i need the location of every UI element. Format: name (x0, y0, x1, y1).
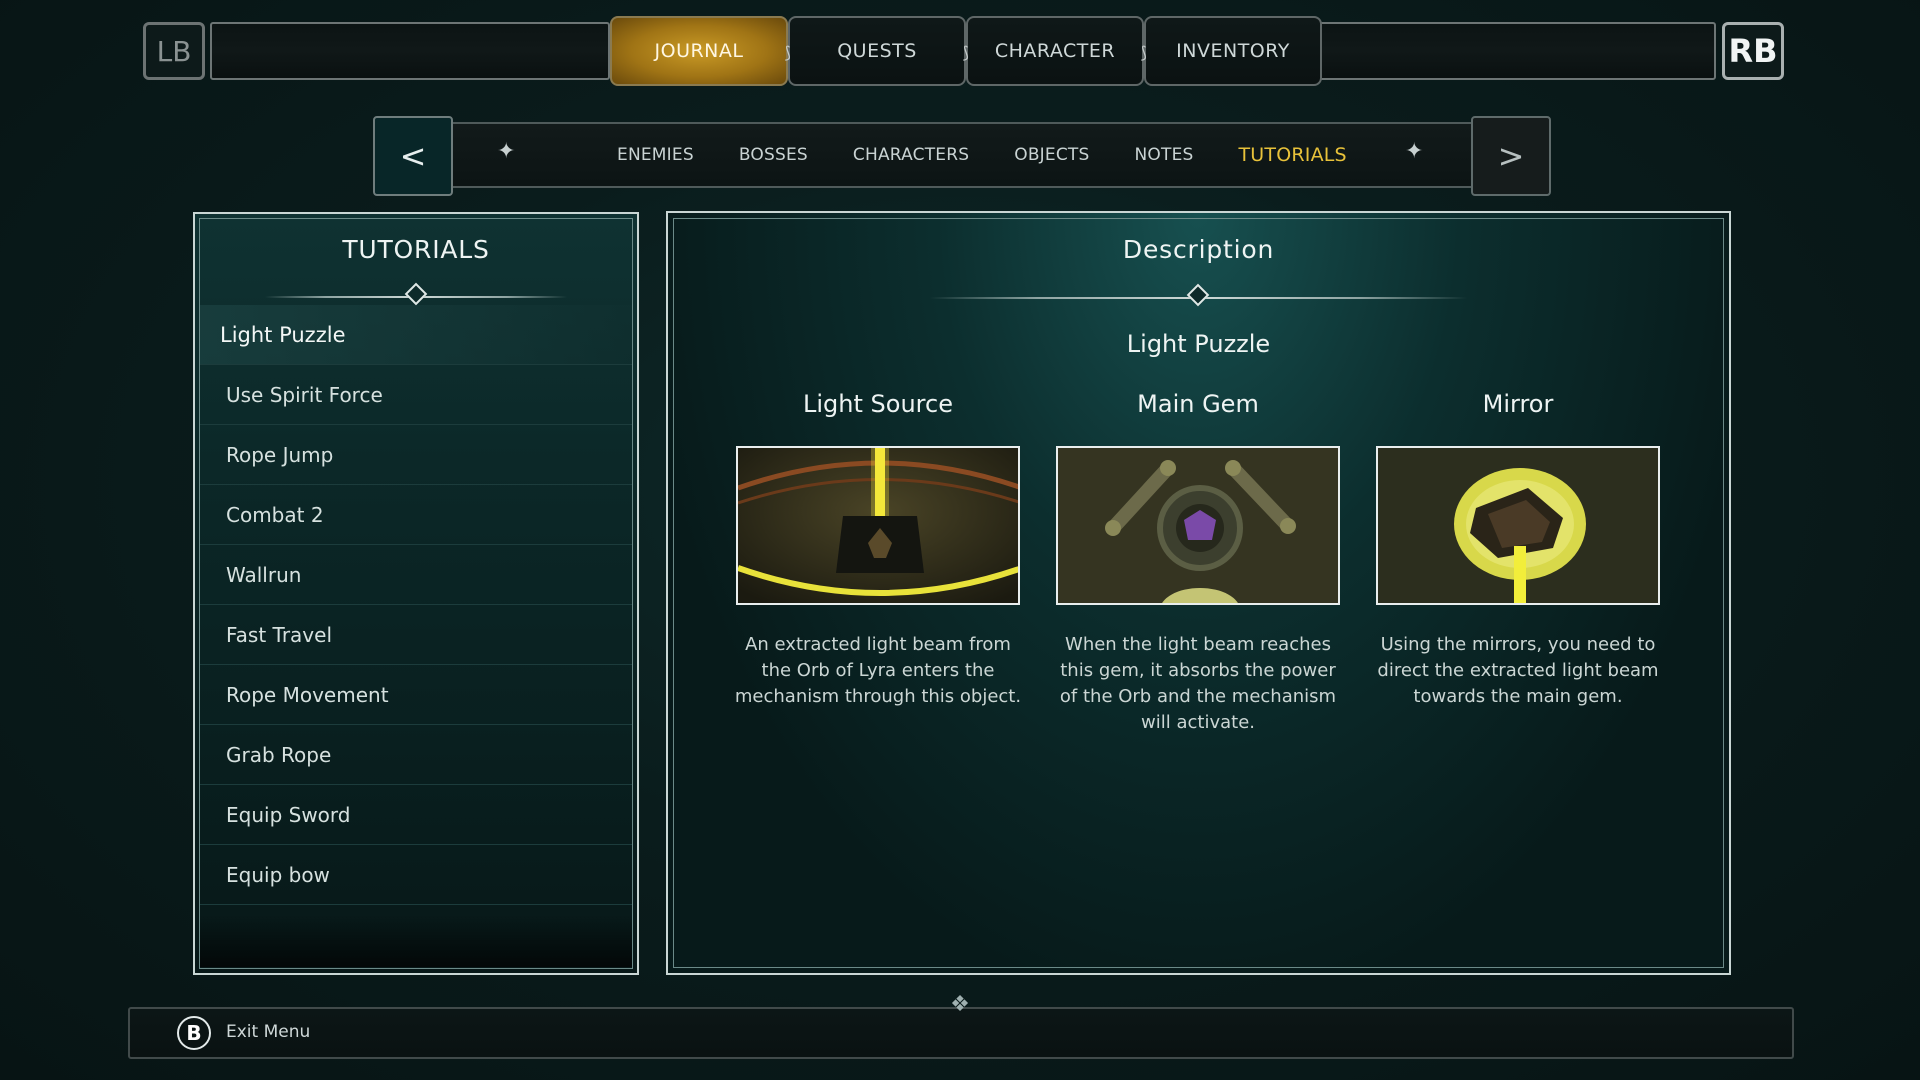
lb-shoulder-button[interactable]: LB (143, 22, 205, 80)
topbar-left-ornament (210, 22, 610, 80)
description-title: Description (1122, 235, 1275, 264)
tab-inventory[interactable]: INVENTORY (1144, 16, 1322, 86)
list-item-label: Rope Jump (226, 442, 334, 467)
category-tab-bosses[interactable]: BOSSES (739, 145, 808, 165)
exit-menu-label[interactable]: Exit Menu (226, 1022, 310, 1042)
prev-category-button[interactable]: < (373, 116, 453, 196)
compass-star-icon: ✦ (1405, 139, 1424, 164)
card-description-main-gem: When the light beam reaches this gem, it… (1059, 634, 1337, 733)
list-item[interactable]: Light Puzzle (200, 305, 632, 365)
list-item-label: Use Spirit Force (226, 382, 383, 407)
category-tabs: ENEMIES BOSSES CHARACTERS OBJECTS NOTES … (617, 122, 1392, 188)
list-item[interactable]: Grab Rope (200, 725, 632, 785)
category-tab-tutorials[interactable]: TUTORIALS (1239, 144, 1347, 166)
category-tab-characters[interactable]: CHARACTERS (853, 145, 969, 165)
mirror-image (1376, 446, 1660, 605)
main-tabs: JOURNAL ⟆ QUESTS ⟆ CHARACTER ⟆ INVENTORY (610, 16, 1322, 86)
list-item[interactable]: Combat 2 (200, 485, 632, 545)
list-fade-overlay (200, 915, 632, 967)
tab-character[interactable]: CHARACTER ⟆ (966, 16, 1147, 86)
list-item[interactable]: Fast Travel (200, 605, 632, 665)
tab-label: INVENTORY (1176, 40, 1290, 62)
list-item[interactable]: Equip Sword (200, 785, 632, 845)
list-item[interactable]: Equip bow (200, 845, 632, 905)
b-button-icon[interactable]: B (177, 1016, 211, 1050)
knot-ornament-icon: ⟆ (1140, 43, 1148, 62)
light-source-image (736, 446, 1020, 605)
list-item[interactable]: Wallrun (200, 545, 632, 605)
list-item-label: Rope Movement (226, 682, 389, 707)
next-category-button[interactable]: > (1471, 116, 1551, 196)
list-item-label: Fast Travel (226, 622, 332, 647)
entry-title: Light Puzzle (1126, 330, 1271, 358)
list-item[interactable]: Rope Jump (200, 425, 632, 485)
compass-star-icon: ✦ (497, 139, 516, 164)
list-item[interactable]: Rope Movement (200, 665, 632, 725)
tab-label: QUESTS (837, 40, 917, 62)
tutorial-list: Light Puzzle Use Spirit Force Rope Jump … (200, 305, 632, 905)
card-title-main-gem: Main Gem (1137, 390, 1259, 418)
category-tab-enemies[interactable]: ENEMIES (617, 145, 694, 165)
list-item-label: Wallrun (226, 562, 302, 587)
list-item-label: Light Puzzle (220, 322, 346, 347)
category-tab-objects[interactable]: OBJECTS (1014, 145, 1089, 165)
category-tab-notes[interactable]: NOTES (1134, 145, 1193, 165)
tab-label: CHARACTER (994, 40, 1116, 62)
main-gem-image (1056, 446, 1340, 605)
bottom-ornament-icon: ❖ (950, 992, 970, 1017)
tab-journal[interactable]: JOURNAL ⟆ (610, 16, 791, 86)
tab-quests[interactable]: QUESTS ⟆ (788, 16, 969, 86)
knot-ornament-icon: ⟆ (784, 43, 792, 62)
rb-shoulder-button[interactable]: RB (1722, 22, 1784, 80)
knot-ornament-icon: ⟆ (962, 43, 970, 62)
card-description-mirror: Using the mirrors, you need to direct th… (1377, 634, 1659, 707)
list-item[interactable]: Use Spirit Force (200, 365, 632, 425)
list-item-label: Grab Rope (226, 742, 332, 767)
topbar-right-ornament (1318, 22, 1716, 80)
tab-label: JOURNAL (654, 40, 744, 62)
list-item-label: Equip Sword (226, 802, 351, 827)
list-item-label: Combat 2 (226, 502, 324, 527)
card-title-mirror: Mirror (1482, 390, 1554, 418)
card-description-light-source: An extracted light beam from the Orb of … (734, 634, 1022, 707)
list-panel-title: TUTORIALS (342, 235, 490, 264)
card-title-light-source: Light Source (803, 390, 953, 418)
list-item-label: Equip bow (226, 862, 330, 887)
